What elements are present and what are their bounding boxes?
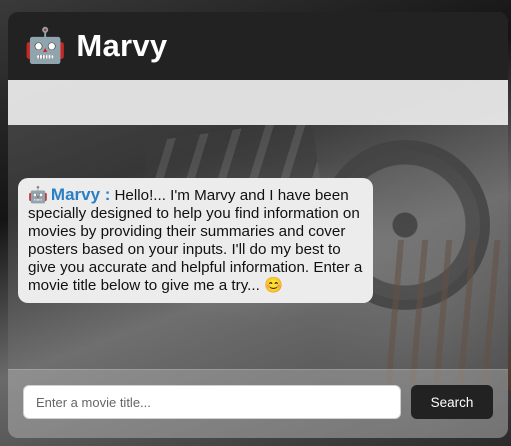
input-bar: Search [8,370,508,438]
message-sender: Marvy : [50,185,111,204]
chat-messages[interactable]: 🤖 Marvy : Hello!... I'm Marvy and I have b… [8,125,508,377]
app-header: 🤖 Marvy [8,12,508,80]
chat-window: 🤖 Marvy 🤖 Marvy : Hello!... I'm Marvy and … [8,12,508,438]
robot-icon: 🤖 [24,27,67,65]
app-title: Marvy [76,28,168,63]
header-band [8,80,508,125]
search-button[interactable]: Search [411,385,493,419]
movie-title-input[interactable] [23,385,401,419]
bot-message: 🤖 Marvy : Hello!... I'm Marvy and I have b… [18,178,373,303]
robot-icon: 🤖 [28,187,48,204]
